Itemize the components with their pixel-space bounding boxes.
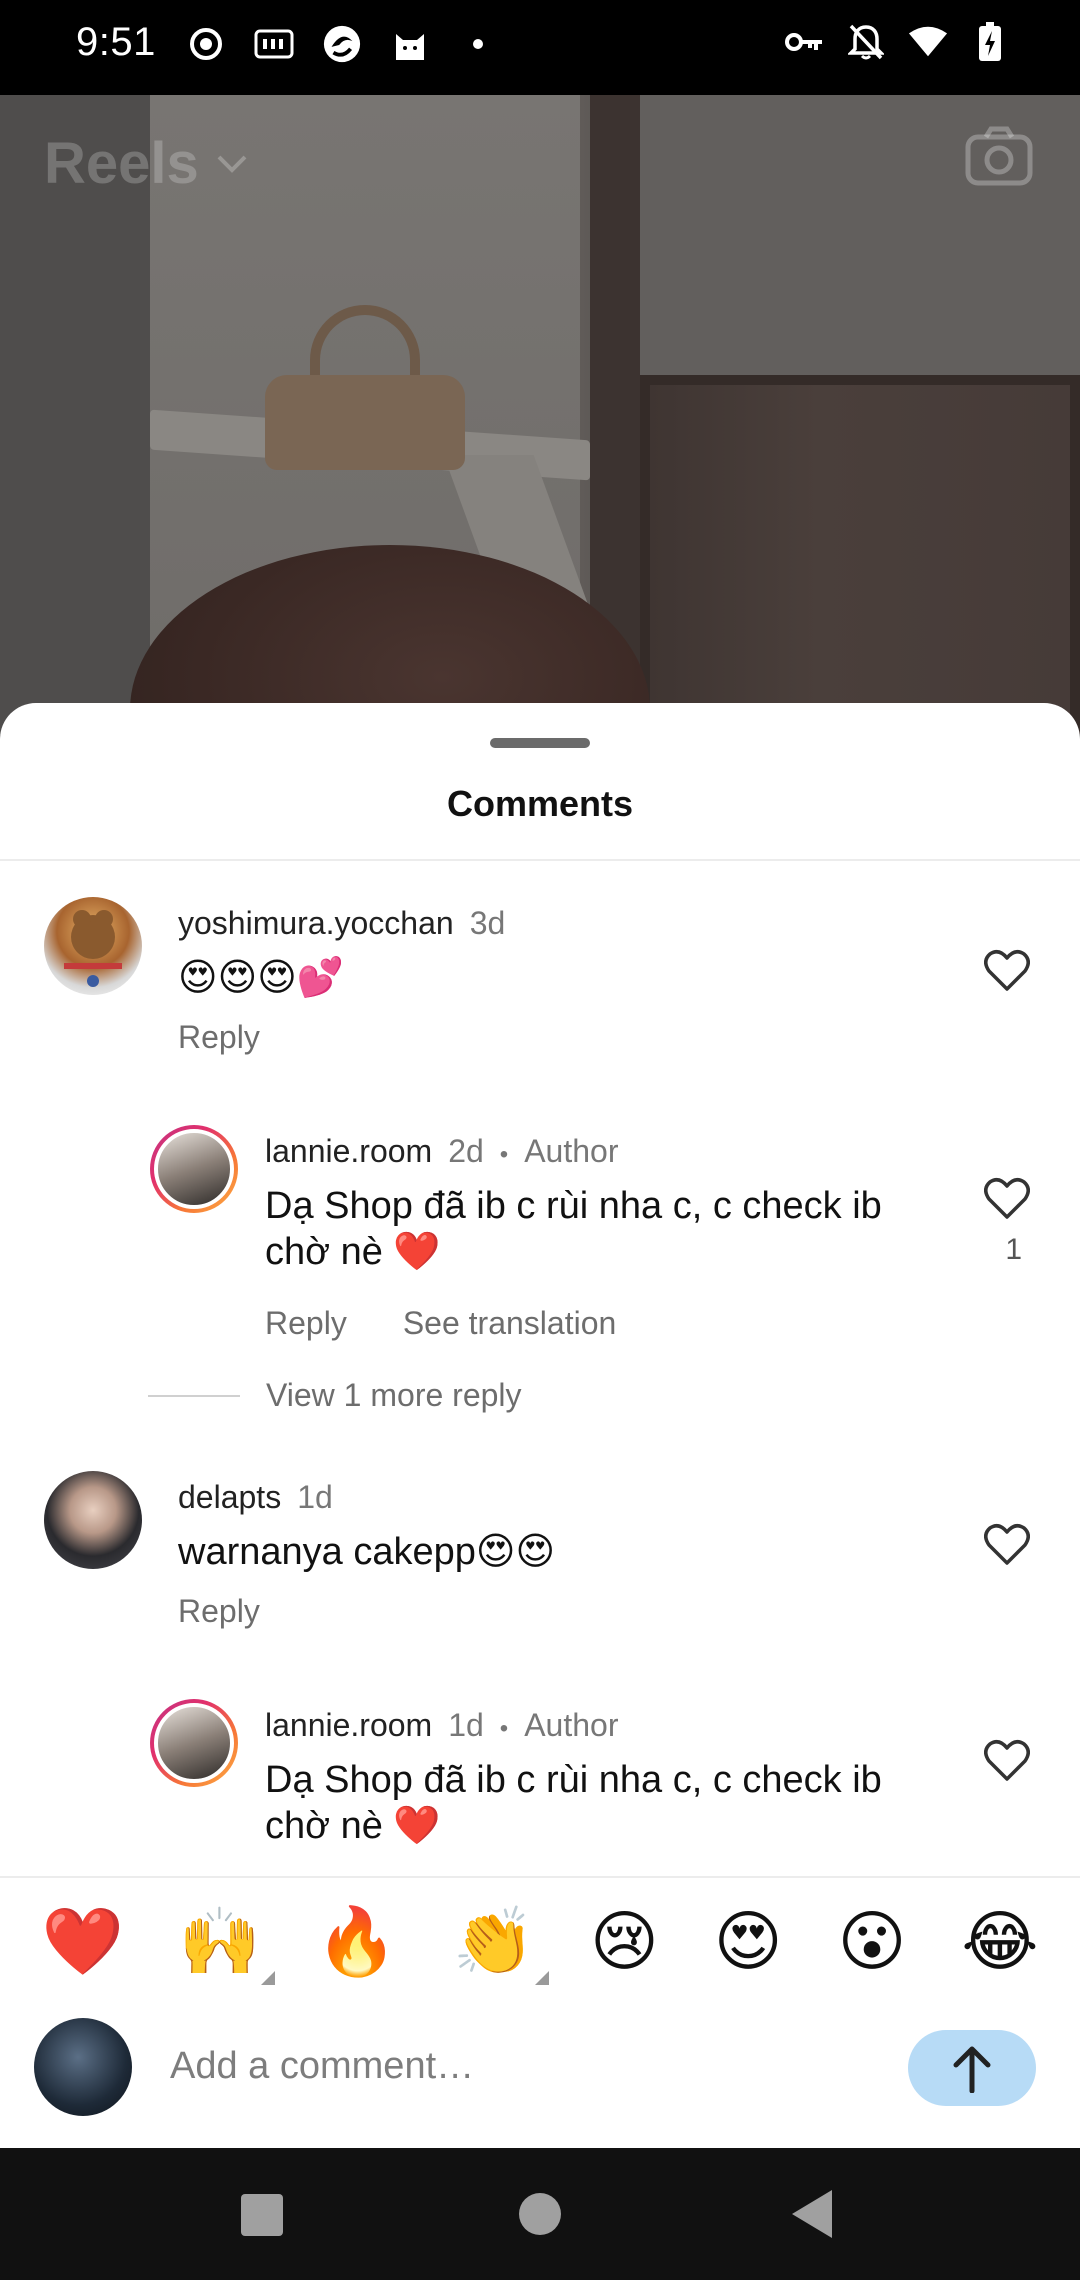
comment-username[interactable]: lannie.room bbox=[265, 1133, 432, 1170]
emoji-raised-hands[interactable]: 🙌 bbox=[179, 1909, 275, 1985]
comment-text: Dạ Shop đã ib c rùi nha c, c check ib ch… bbox=[265, 1185, 882, 1273]
avatar[interactable] bbox=[44, 897, 142, 995]
recents-icon[interactable] bbox=[241, 2194, 283, 2236]
comment-input[interactable] bbox=[170, 2036, 870, 2096]
comment-timestamp: 1d bbox=[448, 1707, 484, 1743]
emoji-crying[interactable]: 😢 bbox=[590, 1909, 659, 1975]
thread-line bbox=[148, 1394, 240, 1397]
video-bag bbox=[265, 375, 465, 470]
emoji-glyph: 🙌 bbox=[178, 1903, 261, 1980]
comment-timestamp: 1d bbox=[297, 1479, 333, 1515]
comment-header: lannie.room 1d • Author bbox=[265, 1707, 618, 1744]
iqiyi-icon bbox=[254, 24, 294, 64]
separator-dot: • bbox=[499, 1141, 509, 1168]
view-more-replies-label: View 1 more reply bbox=[266, 1377, 522, 1413]
heart-icon[interactable] bbox=[984, 1177, 1030, 1219]
sheet-title: Comments bbox=[446, 783, 634, 824]
status-time: 9:51 bbox=[76, 20, 156, 64]
chevron-down-icon bbox=[217, 155, 247, 173]
cat-icon bbox=[390, 24, 430, 64]
see-translation-button[interactable]: See translation bbox=[403, 1305, 616, 1342]
emoji-reaction-bar: ❤️ 🙌 🔥 👏 😢 😍 😮 😂 bbox=[0, 1876, 1080, 2006]
like-count: 1 bbox=[1005, 1233, 1022, 1266]
wifi-icon bbox=[908, 22, 948, 62]
comment-username[interactable]: delapts bbox=[178, 1479, 281, 1516]
heart-icon[interactable] bbox=[984, 949, 1030, 991]
comment-input-bar bbox=[0, 2006, 1080, 2148]
battery-charging-icon bbox=[970, 22, 1010, 62]
heart-icon[interactable] bbox=[984, 1523, 1030, 1565]
divider bbox=[0, 859, 1080, 861]
author-badge: Author bbox=[524, 1133, 619, 1169]
emoji-clapping[interactable]: 👏 bbox=[453, 1909, 550, 1985]
comment-header: lannie.room 2d • Author bbox=[265, 1133, 618, 1170]
more-notifications-dot-icon bbox=[458, 24, 498, 64]
comment-timestamp: 3d bbox=[469, 905, 506, 941]
emoji-heart[interactable]: ❤️ bbox=[41, 1909, 123, 1975]
author-badge: Author bbox=[524, 1707, 619, 1743]
arrow-up-icon bbox=[953, 2046, 991, 2093]
emoji-glyph: 👏 bbox=[452, 1903, 536, 1980]
comment-username[interactable]: lannie.room bbox=[265, 1707, 432, 1744]
avatar[interactable] bbox=[44, 1471, 142, 1569]
status-system-icons bbox=[784, 22, 1010, 62]
vpn-key-icon bbox=[784, 22, 824, 62]
avatar[interactable] bbox=[150, 1699, 238, 1787]
reply-button[interactable]: Reply bbox=[178, 1019, 260, 1056]
reels-title: Reels bbox=[44, 131, 199, 196]
comment-text: 😍😍😍💕 bbox=[178, 957, 345, 999]
reply-button[interactable]: Reply bbox=[265, 1305, 347, 1342]
comment-timestamp: 2d bbox=[448, 1133, 484, 1169]
comment-actions: Reply bbox=[178, 1019, 260, 1056]
navigation-bar bbox=[0, 2148, 1080, 2280]
current-user-avatar bbox=[34, 2018, 132, 2116]
status-bar: 9:51 bbox=[0, 0, 1080, 95]
comment-header: yoshimura.yocchan 3d bbox=[178, 905, 505, 942]
skin-tone-indicator-icon bbox=[535, 1971, 550, 1985]
record-icon bbox=[186, 24, 226, 64]
comment-header: delapts 1d bbox=[178, 1479, 333, 1516]
reply-button[interactable]: Reply bbox=[178, 1593, 260, 1630]
comment-text: warnanya cakepp😍😍 bbox=[178, 1531, 556, 1573]
heart-icon[interactable] bbox=[984, 1739, 1030, 1781]
drag-handle[interactable] bbox=[490, 738, 590, 748]
status-notification-icons bbox=[186, 24, 498, 64]
reels-header[interactable]: Reels bbox=[44, 130, 249, 197]
emoji-fire[interactable]: 🔥 bbox=[316, 1909, 398, 1975]
comment-actions: Reply bbox=[178, 1593, 260, 1630]
camera-icon[interactable] bbox=[964, 125, 1034, 187]
app-logo-icon bbox=[322, 24, 362, 64]
back-icon[interactable] bbox=[792, 2190, 832, 2238]
comment-actions: Reply See translation bbox=[265, 1305, 616, 1342]
video-door bbox=[640, 375, 1080, 735]
home-icon[interactable] bbox=[519, 2193, 561, 2235]
emoji-surprised[interactable]: 😮 bbox=[838, 1909, 907, 1975]
emoji-laughing[interactable]: 😂 bbox=[961, 1909, 1038, 1975]
skin-tone-indicator-icon bbox=[260, 1971, 275, 1985]
send-button[interactable] bbox=[908, 2030, 1036, 2106]
notifications-off-icon bbox=[846, 22, 886, 62]
comment-text: Dạ Shop đã ib c rùi nha c, c check ib ch… bbox=[265, 1759, 882, 1847]
separator-dot: • bbox=[499, 1715, 509, 1742]
avatar[interactable] bbox=[150, 1125, 238, 1213]
emoji-heart-eyes[interactable]: 😍 bbox=[714, 1909, 783, 1975]
comment-username[interactable]: yoshimura.yocchan bbox=[178, 905, 454, 942]
view-more-replies[interactable]: View 1 more reply bbox=[148, 1377, 522, 1414]
